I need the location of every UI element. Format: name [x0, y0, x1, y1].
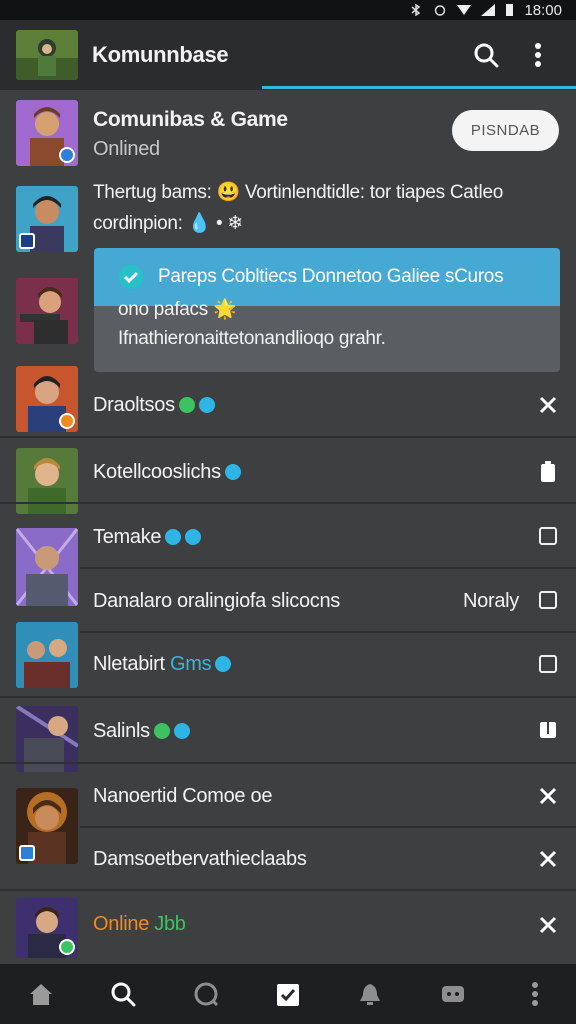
nav-tasks[interactable]	[272, 978, 304, 1010]
search-icon	[111, 982, 136, 1007]
pending-button[interactable]: PISNDAB	[452, 110, 559, 151]
avatar[interactable]	[16, 278, 78, 344]
divider	[80, 567, 576, 569]
battery-icon	[506, 4, 514, 16]
avatar[interactable]	[16, 622, 78, 688]
avatar[interactable]	[16, 366, 78, 432]
verified-icon	[185, 529, 202, 545]
highlight-card[interactable]: Pareps Cobltiecs Donnetoo Galiee sCuros …	[94, 248, 560, 372]
message-text-line2: cordinpion: 💧 • ❄	[93, 213, 243, 234]
gamepad-icon	[441, 986, 464, 1002]
search-button[interactable]	[464, 33, 508, 77]
row-name: Online Jbb	[93, 913, 186, 935]
more-vert-icon	[531, 982, 538, 1006]
divider	[80, 631, 576, 633]
avatar[interactable]	[16, 788, 78, 864]
verified-icon	[215, 656, 232, 672]
checkbox[interactable]	[539, 527, 557, 545]
clipboard-check-icon	[276, 984, 299, 1006]
status-badge	[59, 413, 75, 429]
avatar[interactable]	[16, 186, 78, 252]
online-icon	[153, 723, 170, 739]
battery-icon[interactable]	[540, 461, 556, 483]
app-bar: Komunnbase	[0, 20, 576, 90]
row-name: Kotellcooslichs	[93, 461, 241, 484]
overflow-menu-button[interactable]	[516, 33, 560, 77]
message-text-line1: Thertug bams: 😃 Vortinlendtidle: tor tia…	[93, 182, 503, 203]
chat-badge	[19, 233, 35, 249]
more-vert-icon	[535, 43, 541, 67]
status-time: 18:00	[524, 1, 562, 19]
status-badge	[59, 147, 75, 163]
bottom-nav	[0, 964, 576, 1024]
avatar[interactable]	[16, 448, 78, 514]
app-title: Komunnbase	[92, 42, 229, 67]
row-name: Draoltsos	[93, 394, 215, 417]
status-bar: 18:00	[0, 0, 576, 20]
verified-icon	[224, 464, 241, 480]
bluetooth-icon	[411, 4, 421, 16]
close-icon[interactable]	[538, 786, 558, 806]
divider	[0, 436, 576, 438]
card-line3: Ifnathieronaittetonandlioqo grahr.	[118, 328, 386, 349]
nav-games[interactable]	[437, 978, 469, 1010]
wifi-icon	[457, 5, 472, 15]
signal-icon	[481, 4, 496, 16]
divider	[80, 826, 576, 828]
card-line1: Pareps Cobltiecs Donnetoo Galiee sCuros	[158, 266, 504, 287]
nav-search[interactable]	[107, 978, 139, 1010]
tab-indicator	[262, 86, 576, 89]
chat-icon	[194, 982, 218, 1007]
row-name: Temake	[93, 526, 202, 549]
nav-notifications[interactable]	[354, 978, 386, 1010]
search-icon	[474, 43, 499, 68]
online-icon	[165, 529, 182, 545]
divider	[0, 762, 576, 764]
chat-subtitle: Onlined	[93, 138, 160, 160]
nav-chat[interactable]	[190, 978, 222, 1010]
row-name: Damsoetbervathieclaabs	[93, 848, 307, 870]
nav-more[interactable]	[519, 978, 551, 1010]
card-line2: ono pafacs 🌟	[118, 299, 237, 320]
alarm-icon	[435, 5, 446, 16]
checkbox[interactable]	[539, 655, 557, 673]
chat-badge	[19, 845, 35, 861]
home-icon	[30, 984, 53, 1005]
avatar[interactable]	[16, 898, 78, 958]
close-icon[interactable]	[538, 395, 558, 415]
verified-icon	[173, 723, 190, 739]
online-icon	[178, 397, 195, 413]
divider	[0, 502, 576, 504]
divider	[0, 696, 576, 698]
row-name: Salinls	[93, 720, 190, 743]
book-icon[interactable]	[539, 721, 557, 739]
app-logo	[16, 30, 78, 80]
bell-icon	[360, 984, 381, 1005]
check-circle-icon	[119, 265, 143, 289]
verified-icon	[198, 397, 215, 413]
row-name: Nletabirt Gms	[93, 653, 232, 676]
close-icon[interactable]	[538, 915, 558, 935]
avatar[interactable]	[16, 100, 78, 166]
avatar[interactable]	[16, 528, 78, 606]
chat-title: Comunibas & Game	[93, 108, 288, 131]
divider	[0, 889, 576, 891]
checkbox[interactable]	[539, 591, 557, 609]
close-icon[interactable]	[538, 849, 558, 869]
status-badge	[59, 939, 75, 955]
row-name: Nanoertid Comoe oe	[93, 785, 273, 807]
row-name: Danalaro oralingiofa slicocns	[93, 590, 340, 612]
row-tag: Noraly	[463, 590, 519, 612]
nav-home[interactable]	[25, 978, 57, 1010]
